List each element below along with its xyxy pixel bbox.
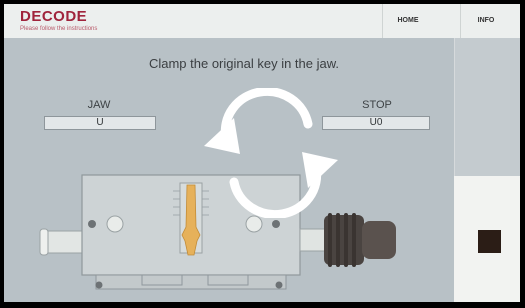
home-button[interactable]: HOME	[382, 4, 433, 38]
instruction-text: Clamp the original key in the jaw.	[148, 56, 340, 71]
app-title: DECODE	[20, 8, 88, 25]
info-button[interactable]: INFO	[460, 4, 511, 38]
screen-frame: DECODE Please follow the instructions HO…	[4, 4, 520, 302]
jaw-value-field: U	[44, 116, 156, 130]
jaw-label: JAW	[87, 99, 111, 111]
header-bar: DECODE Please follow the instructions HO…	[4, 4, 520, 38]
stop-square-icon[interactable]	[478, 230, 501, 253]
rotate-arrows-icon	[204, 88, 338, 218]
app-subtitle: Please follow the instructions	[20, 26, 98, 32]
